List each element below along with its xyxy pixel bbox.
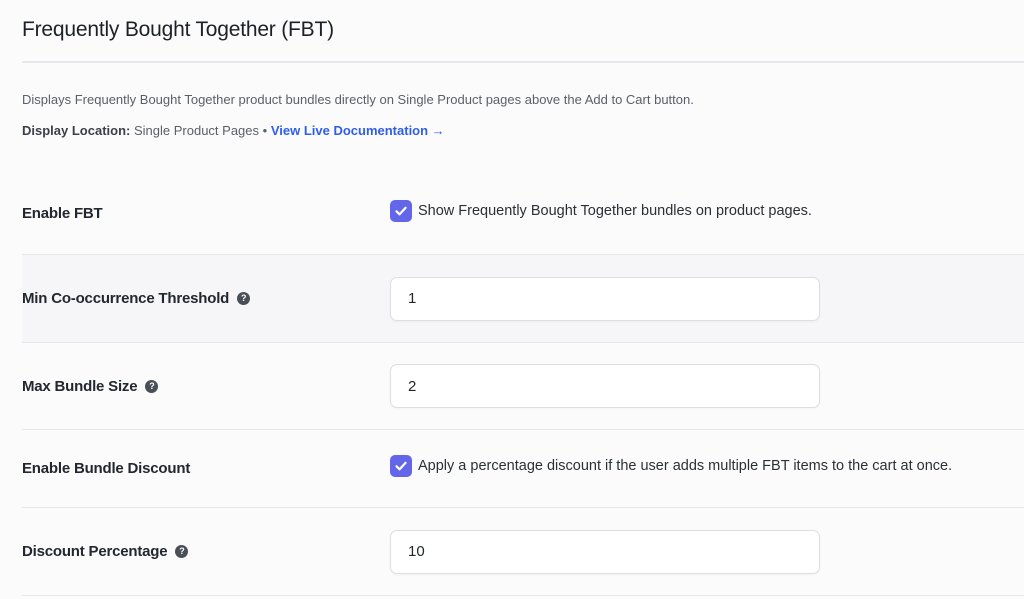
- fbt-settings-page: Frequently Bought Together (FBT) Display…: [0, 0, 1024, 599]
- setting-row-max-bundle-size: Max Bundle Size ?: [22, 343, 1024, 430]
- page-description: Displays Frequently Bought Together prod…: [22, 92, 694, 107]
- min-cooccurrence-label-text: Min Co-occurrence Threshold: [22, 290, 230, 307]
- enable-fbt-checkbox[interactable]: [390, 200, 412, 222]
- enable-discount-option[interactable]: Apply a percentage discount if the user …: [390, 455, 952, 477]
- max-bundle-size-label: Max Bundle Size ?: [22, 378, 390, 395]
- page-title: Frequently Bought Together (FBT): [22, 18, 334, 41]
- display-location: Display Location: Single Product Pages •…: [22, 123, 445, 138]
- enable-fbt-option[interactable]: Show Frequently Bought Together bundles …: [390, 200, 812, 222]
- setting-row-discount-percentage: Discount Percentage ?: [22, 508, 1024, 596]
- max-bundle-size-label-text: Max Bundle Size: [22, 377, 138, 395]
- display-location-value: Single Product Pages: [133, 123, 260, 138]
- enable-discount-label-text: Enable Bundle Discount: [22, 460, 191, 477]
- enable-fbt-label-text: Enable FBT: [22, 204, 103, 222]
- discount-percentage-label: Discount Percentage ?: [22, 543, 390, 560]
- display-location-separator: •: [262, 123, 268, 138]
- enable-fbt-checkbox-text: Show Frequently Bought Together bundles …: [418, 203, 812, 219]
- setting-row-enable-fbt: Enable FBT Show Frequently Bought Togeth…: [22, 172, 1024, 255]
- setting-row-min-cooccurrence: Min Co-occurrence Threshold ?: [22, 255, 1024, 343]
- view-documentation-link[interactable]: View Live Documentation →: [271, 123, 445, 138]
- min-cooccurrence-label: Min Co-occurrence Threshold ?: [22, 290, 390, 307]
- question-circle-icon[interactable]: ?: [237, 292, 251, 305]
- checkmark-icon: [395, 461, 407, 471]
- question-circle-icon[interactable]: ?: [145, 379, 159, 393]
- max-bundle-size-input[interactable]: [390, 364, 820, 408]
- title-divider: [22, 61, 1024, 63]
- min-cooccurrence-input[interactable]: [390, 276, 820, 321]
- question-circle-icon[interactable]: ?: [175, 545, 189, 558]
- enable-discount-checkbox[interactable]: [390, 455, 412, 477]
- discount-percentage-label-text: Discount Percentage: [22, 543, 168, 560]
- enable-fbt-label: Enable FBT: [22, 205, 390, 222]
- checkmark-icon: [395, 206, 407, 216]
- enable-discount-checkbox-text: Apply a percentage discount if the user …: [418, 458, 953, 474]
- setting-row-enable-discount: Enable Bundle Discount Apply a percentag…: [22, 430, 1024, 508]
- discount-percentage-input[interactable]: [390, 529, 820, 574]
- enable-discount-label: Enable Bundle Discount: [22, 460, 390, 477]
- display-location-label: Display Location:: [22, 123, 131, 138]
